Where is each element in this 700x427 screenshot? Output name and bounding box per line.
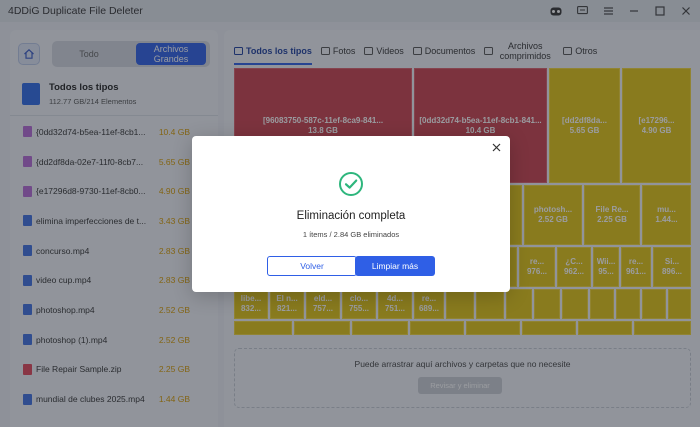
completion-dialog: Eliminación completa 1 ítems / 2.84 GB e… [192,136,510,292]
dialog-subtitle: 1 ítems / 2.84 GB eliminados [302,230,400,239]
success-check-icon [339,172,363,196]
clean-more-button[interactable]: Limpiar más [355,256,435,276]
dialog-close-icon[interactable] [489,140,503,154]
dialog-title: Eliminación completa [296,210,406,222]
back-button[interactable]: Volver [267,256,357,276]
